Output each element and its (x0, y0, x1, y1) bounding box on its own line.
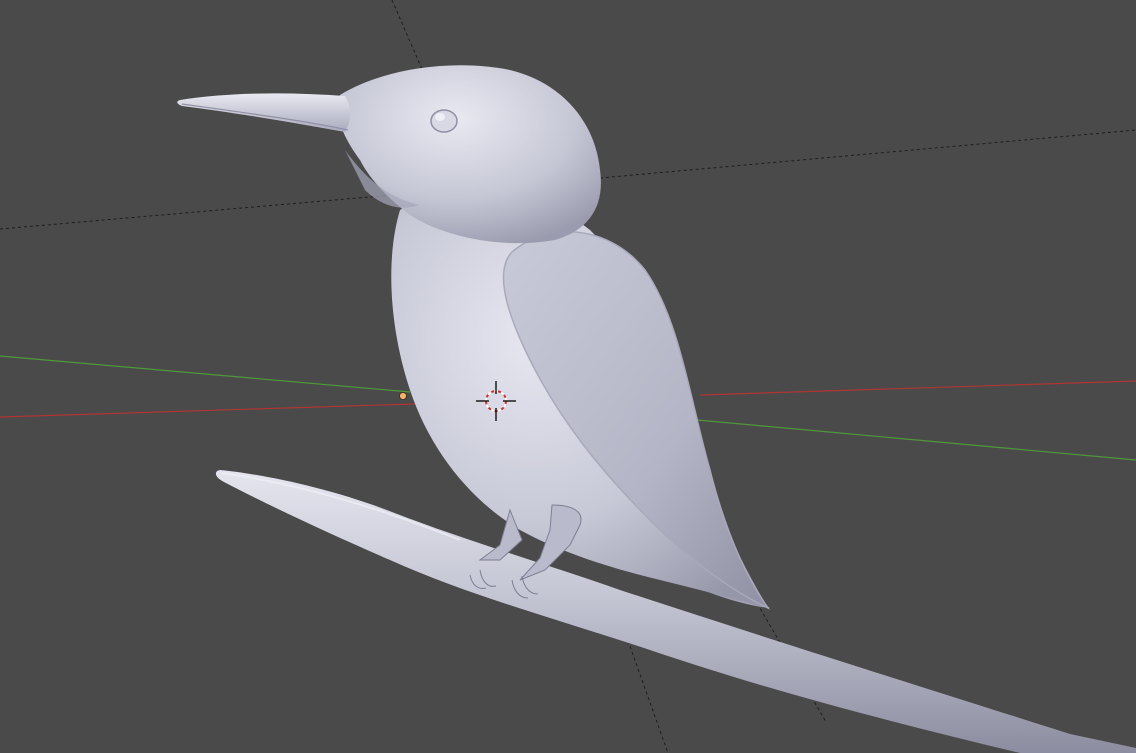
dashed-guide-right (599, 129, 1136, 179)
x-axis-line-left (0, 402, 445, 418)
3d-viewport[interactable] (0, 0, 1136, 753)
viewport-canvas[interactable] (0, 0, 1136, 753)
dashed-guide-left (0, 194, 393, 230)
bird-beak (177, 93, 351, 132)
y-axis-line-left (0, 355, 411, 393)
bird-head (336, 65, 601, 244)
object-origin-icon (399, 392, 407, 400)
bird-eye (430, 109, 458, 133)
bird-eye-highlight (435, 113, 445, 121)
x-axis-line-right (699, 380, 1136, 396)
kingfisher-model[interactable] (177, 65, 771, 610)
